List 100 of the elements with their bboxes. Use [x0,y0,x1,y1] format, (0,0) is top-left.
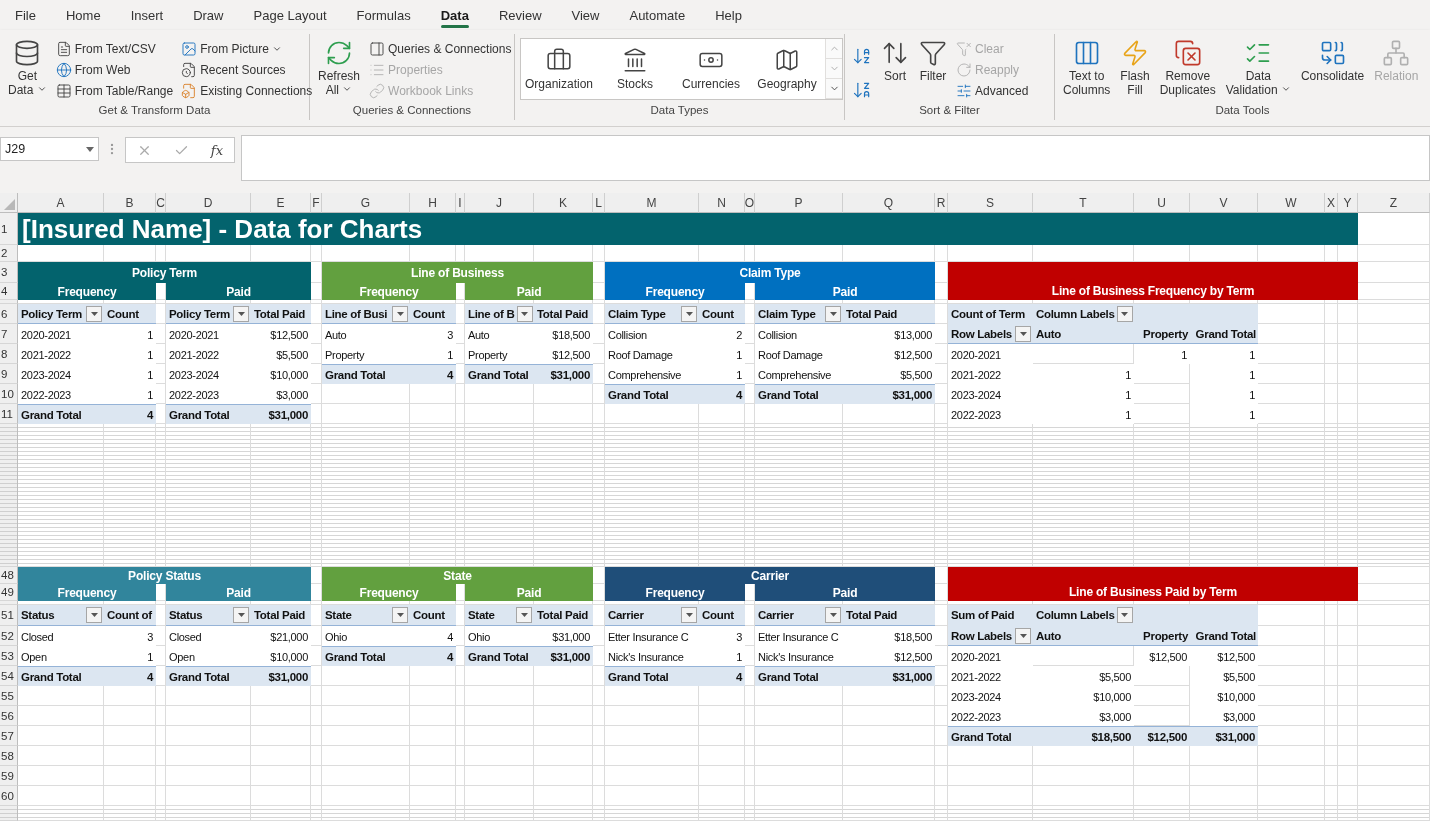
column-header: Property [1134,626,1190,646]
menu-tab[interactable]: View [556,0,615,30]
column-letter[interactable]: N [699,193,745,213]
menu-tab[interactable]: Formulas [341,0,426,30]
row-number: 48 [0,567,18,584]
column-letter[interactable]: Q [843,193,935,213]
row-number: 57 [0,726,18,746]
gallery-item[interactable]: Geography [749,39,825,99]
column-letter[interactable]: L [593,193,605,213]
menu-tab[interactable]: Home [50,0,116,30]
ribbon-button[interactable]: Existing Connections [179,80,315,101]
subsection-banner: Paid [465,584,593,601]
menu-tab[interactable]: Automate [614,0,701,30]
row-number: 60 [0,786,18,806]
menu-tab[interactable]: File [0,0,51,30]
ribbon-button[interactable]: Queries & Connections [367,38,514,59]
column-header: Total Paid [843,304,935,324]
ribbon-button[interactable]: Remove Duplicates [1156,38,1219,98]
ribbon-button[interactable]: Sort [878,38,912,84]
pivot-value: 1 [104,384,156,404]
pivot-value: 1 [1190,384,1258,404]
ribbon-button[interactable]: Data Validation [1222,38,1294,98]
menu-tab[interactable]: Draw [178,0,239,30]
column-letter[interactable]: J [465,193,534,213]
grand-total-value: 4 [410,646,456,666]
ribbon-button[interactable]: Text to Columns [1060,38,1114,98]
column-letter[interactable]: Z [1358,193,1430,213]
grand-total-value: 4 [699,666,745,686]
row-label: 2023-2024 [948,384,1033,404]
ribbon-button[interactable]: Advanced [954,80,1031,101]
grand-total-label: Grand Total [465,364,534,384]
column-letter[interactable]: E [251,193,311,213]
column-letter[interactable]: V [1190,193,1258,213]
grand-total-value: $31,000 [251,404,311,424]
section-banner: State [322,567,593,584]
column-letter[interactable]: T [1033,193,1134,213]
function-label[interactable]: fx [210,142,223,158]
column-letter[interactable]: P [755,193,843,213]
menu-tab[interactable]: Review [483,0,557,30]
column-letter[interactable]: U [1134,193,1190,213]
subsection-banner: Paid [166,283,311,300]
ribbon-button[interactable]: Get Data [5,38,50,98]
pivot-value: $5,500 [1190,666,1258,686]
menu-tab[interactable]: Page Layout [238,0,342,30]
ribbon-button[interactable]: Consolidate [1297,38,1368,84]
ribbon-button[interactable]: Refresh All [315,38,364,98]
row-label: 2021-2022 [166,344,251,364]
pivot-value: 1 [104,324,156,344]
row-label: Roof Damage [605,344,699,364]
pivot-value: 2 [699,324,745,344]
column-letter[interactable]: S [948,193,1033,213]
ribbon-button[interactable]: From Table/Range [53,80,176,101]
button-label: Get Data [8,69,47,97]
pivot-value: $31,000 [534,626,593,646]
ribbon-button[interactable]: From Picture [179,38,315,59]
button-label: Data Validation [1225,69,1291,97]
name-box[interactable]: J29 [0,137,99,161]
gallery-item[interactable]: Currencies [673,39,749,99]
column-letter[interactable]: K [534,193,593,213]
gallery-item[interactable]: Organization [521,39,597,99]
column-letter[interactable]: M [605,193,699,213]
row-number: 4 [0,283,18,300]
column-letter[interactable]: B [104,193,156,213]
column-header-text: State [325,609,352,621]
pivot-value: $10,000 [1190,686,1258,706]
pivot-value: $18,500 [534,324,593,344]
menu-tab[interactable]: Insert [115,0,179,30]
column-letter[interactable]: H [410,193,456,213]
pivot-value: $18,500 [843,626,935,646]
column-letter[interactable]: Y [1338,193,1358,213]
row-label: Open [18,646,104,666]
ribbon-button[interactable]: From Web [53,59,176,80]
pivot-value: $12,500 [1190,646,1258,666]
sheet-title: [Insured Name] - Data for Charts [18,213,1358,245]
row-number: 10 [0,384,18,404]
subsection-banner: Frequency [605,283,745,300]
column-letter[interactable]: A [18,193,104,213]
ribbon-button[interactable]: Filter [916,38,950,84]
gallery-item[interactable]: Stocks [597,39,673,99]
row-label: 2022-2023 [948,706,1033,726]
menu-tab[interactable]: Data [425,0,484,30]
pivot-value: $12,500 [843,646,935,666]
menu-tab[interactable]: Help [700,0,757,30]
column-header-text: Line of B [468,307,515,320]
column-letter[interactable]: W [1258,193,1325,213]
pivot-value: 3 [104,626,156,646]
ribbon-button[interactable]: From Text/CSV [53,38,176,59]
column-letter[interactable]: X [1325,193,1338,213]
ribbon-button[interactable]: Recent Sources [179,59,315,80]
column-letter[interactable]: R [935,193,948,213]
column-letter[interactable]: G [322,193,410,213]
column-letter[interactable]: I [456,193,465,213]
pivot-value: 1 [1134,344,1190,364]
pivot-value: 1 [699,364,745,384]
row-number: 55 [0,686,18,706]
column-letter[interactable]: D [166,193,251,213]
column-header-text: Claim Type [758,307,816,320]
column-header-text: Status [169,609,203,621]
ribbon-button[interactable]: Flash Fill [1117,38,1153,98]
column-header: Count [104,304,156,324]
